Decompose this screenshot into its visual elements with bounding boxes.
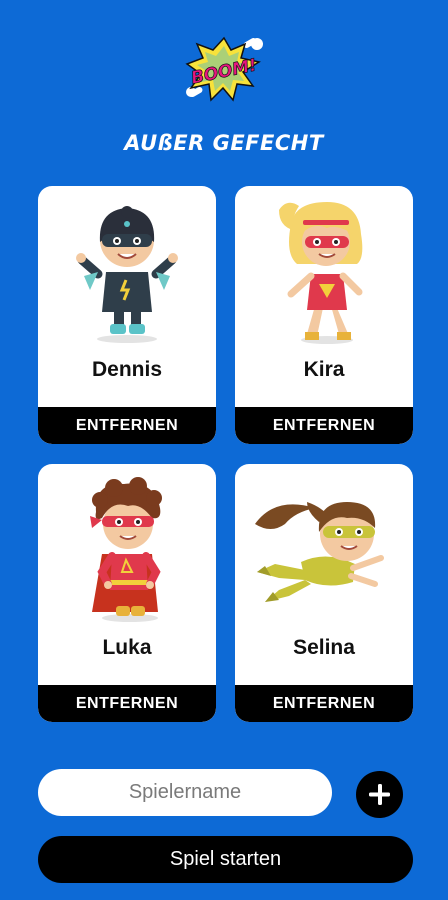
plus-icon — [369, 784, 390, 805]
page-title: AUßER GEFECHT — [124, 131, 324, 155]
player-card: Luka ENTFERNEN — [38, 464, 216, 722]
hero-girl-blonde-avatar — [279, 202, 363, 344]
add-player-button[interactable] — [356, 771, 403, 818]
start-game-button[interactable]: Spiel starten — [38, 836, 413, 883]
remove-player-button[interactable]: ENTFERNEN — [38, 685, 216, 722]
remove-player-button[interactable]: ENTFERNEN — [235, 407, 413, 444]
player-name: Kira — [303, 358, 345, 381]
remove-player-button[interactable]: ENTFERNEN — [38, 407, 216, 444]
remove-player-button[interactable]: ENTFERNEN — [235, 685, 413, 722]
player-name: Luka — [102, 636, 152, 659]
hero-boy-dark-mask-avatar — [76, 206, 178, 343]
hero-boy-red-cape-avatar — [90, 477, 162, 622]
boom-logo: BOOM! — [185, 36, 263, 102]
player-name: Selina — [293, 636, 355, 659]
player-name-input[interactable] — [38, 769, 332, 816]
player-card: Selina ENTFERNEN — [235, 464, 413, 722]
hero-girl-flying-avatar — [255, 502, 384, 602]
player-card: Kira ENTFERNEN — [235, 186, 413, 444]
player-card: Dennis ENTFERNEN — [38, 186, 216, 444]
player-name: Dennis — [91, 358, 162, 381]
